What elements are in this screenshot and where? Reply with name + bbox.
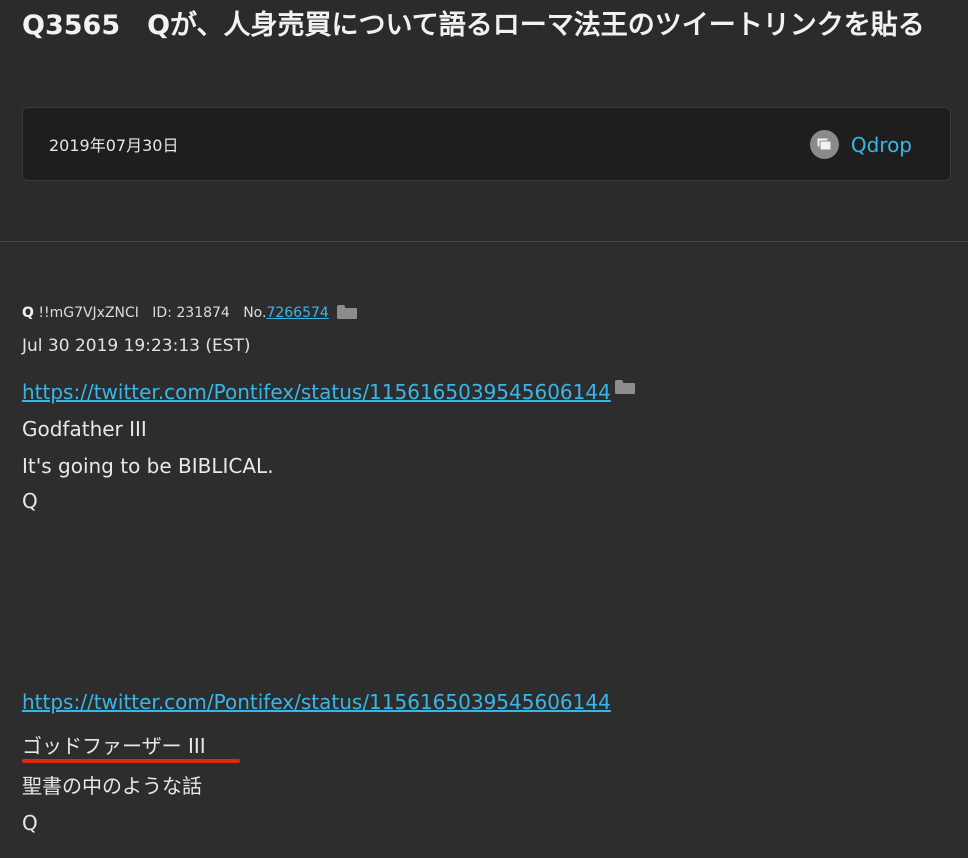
- post-number-link[interactable]: 7266574: [266, 305, 328, 321]
- post-text-line: It's going to be BIBLICAL.: [22, 454, 274, 478]
- category-link[interactable]: Qdrop: [809, 130, 912, 159]
- highlight-underline: [22, 759, 240, 763]
- category-label: Qdrop: [850, 132, 912, 157]
- tweet-link-translation[interactable]: https://twitter.com/Pontifex/status/1156…: [22, 690, 611, 714]
- post-timestamp: Jul 30 2019 19:23:13 (EST): [22, 336, 251, 356]
- post-tripcode: !!mG7VJxZNCI: [38, 305, 139, 321]
- post-link-row: https://twitter.com/Pontifex/status/1156…: [22, 380, 635, 404]
- translation-line: Q: [22, 811, 38, 835]
- article-meta-box: 2019年07月30日 Qdrop: [22, 107, 951, 181]
- post-text-line: Godfather III: [22, 417, 147, 441]
- folder-icon[interactable]: [337, 305, 358, 319]
- post-id: ID: 231874: [152, 305, 230, 321]
- post-number-label: No.: [243, 305, 267, 321]
- post-text-line: Q: [22, 489, 38, 513]
- tweet-link[interactable]: https://twitter.com/Pontifex/status/1156…: [22, 380, 611, 404]
- post-author: Q: [22, 305, 34, 321]
- folder-icon: [809, 130, 839, 159]
- article-date: 2019年07月30日: [49, 136, 179, 155]
- folder-icon[interactable]: [614, 380, 635, 394]
- translation-line: ゴッドファーザー III: [22, 734, 206, 758]
- post-header: Q !!mG7VJxZNCI ID: 231874 No.7266574: [22, 305, 358, 321]
- translation-line: 聖書の中のような話: [22, 774, 202, 798]
- article-header: Q3565 Qが、人身売買について語るローマ法王のツイートリンクを貼る 2019…: [0, 0, 968, 242]
- page-title: Q3565 Qが、人身売買について語るローマ法王のツイートリンクを貼る: [22, 10, 925, 41]
- translation-link-row: https://twitter.com/Pontifex/status/1156…: [22, 690, 611, 714]
